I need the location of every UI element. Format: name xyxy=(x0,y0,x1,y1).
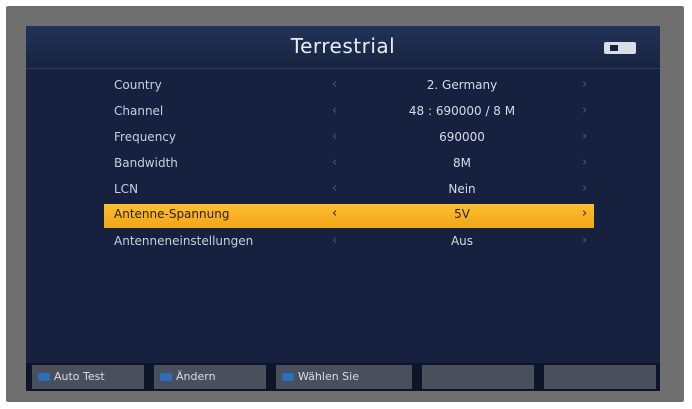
menu-item-value: 690000 xyxy=(439,130,485,144)
arrow-right-icon[interactable]: › xyxy=(582,77,587,92)
menu-item-label: Antenneneinstellungen xyxy=(114,234,254,248)
footer-bar: Auto Test Ändern Wählen Sie xyxy=(26,363,660,391)
menu-item-value: Nein xyxy=(448,182,476,196)
menu-item-antenne-spannung[interactable]: Antenne-Spannung ‹ 5V › xyxy=(104,204,594,228)
menu-item-label: Channel xyxy=(114,104,164,118)
arrow-left-icon[interactable]: ‹ xyxy=(332,233,337,248)
battery-icon xyxy=(604,42,636,54)
footer-empty-slot xyxy=(422,365,534,389)
menu-item-frequency[interactable]: Frequency ‹ 690000 › xyxy=(104,127,594,151)
menu-item-lcn[interactable]: LCN ‹ Nein › xyxy=(104,179,594,203)
menu-item-value: 2. Germany xyxy=(426,78,498,92)
tv-screen: Terrestrial Country ‹ 2. Germany › Chann… xyxy=(26,26,660,391)
arrow-left-icon[interactable]: ‹ xyxy=(332,77,337,92)
andern-button[interactable]: Ändern xyxy=(154,365,266,389)
footer-empty-slot xyxy=(544,365,656,389)
tv-bezel: Terrestrial Country ‹ 2. Germany › Chann… xyxy=(6,6,684,402)
arrow-left-icon[interactable]: ‹ xyxy=(332,103,337,118)
menu-item-label: Frequency xyxy=(114,130,176,144)
menu-item-label: Country xyxy=(114,78,162,92)
menu-item-label: LCN xyxy=(114,182,139,196)
arrow-left-icon[interactable]: ‹ xyxy=(332,206,337,221)
menu-item-label: Antenne-Spannung xyxy=(114,207,230,221)
menu-item-value: 8M xyxy=(453,156,471,170)
arrow-left-icon[interactable]: ‹ xyxy=(332,155,337,170)
menu-item-antenneneinstellungen[interactable]: Antenneneinstellungen ‹ Aus › xyxy=(104,231,594,255)
footer-button-label: Ändern xyxy=(176,370,216,383)
arrow-left-icon[interactable]: ‹ xyxy=(332,129,337,144)
arrow-right-icon[interactable]: › xyxy=(582,129,587,144)
auto-test-button[interactable]: Auto Test xyxy=(32,365,144,389)
remote-key-icon xyxy=(38,373,50,381)
arrow-right-icon[interactable]: › xyxy=(582,103,587,118)
menu-item-bandwidth[interactable]: Bandwidth ‹ 8M › xyxy=(104,153,594,177)
arrow-right-icon[interactable]: › xyxy=(582,206,587,221)
arrow-right-icon[interactable]: › xyxy=(582,233,587,248)
arrow-right-icon[interactable]: › xyxy=(582,155,587,170)
footer-button-label: Wählen Sie xyxy=(298,370,359,383)
title-bar: Terrestrial xyxy=(26,26,660,69)
wahlen-sie-button[interactable]: Wählen Sie xyxy=(276,365,412,389)
screen-title: Terrestrial xyxy=(290,34,396,58)
arrow-right-icon[interactable]: › xyxy=(582,181,587,196)
menu-item-country[interactable]: Country ‹ 2. Germany › xyxy=(104,75,594,99)
menu-item-channel[interactable]: Channel ‹ 48 : 690000 / 8 M › xyxy=(104,101,594,125)
menu-item-value: Aus xyxy=(450,234,474,248)
menu-item-value: 48 : 690000 / 8 M xyxy=(408,104,516,118)
remote-key-icon xyxy=(160,373,172,381)
footer-button-label: Auto Test xyxy=(54,370,105,383)
arrow-left-icon[interactable]: ‹ xyxy=(332,181,337,196)
remote-key-icon xyxy=(282,373,294,381)
menu-item-label: Bandwidth xyxy=(114,156,178,170)
menu-item-value: 5V xyxy=(454,207,470,221)
